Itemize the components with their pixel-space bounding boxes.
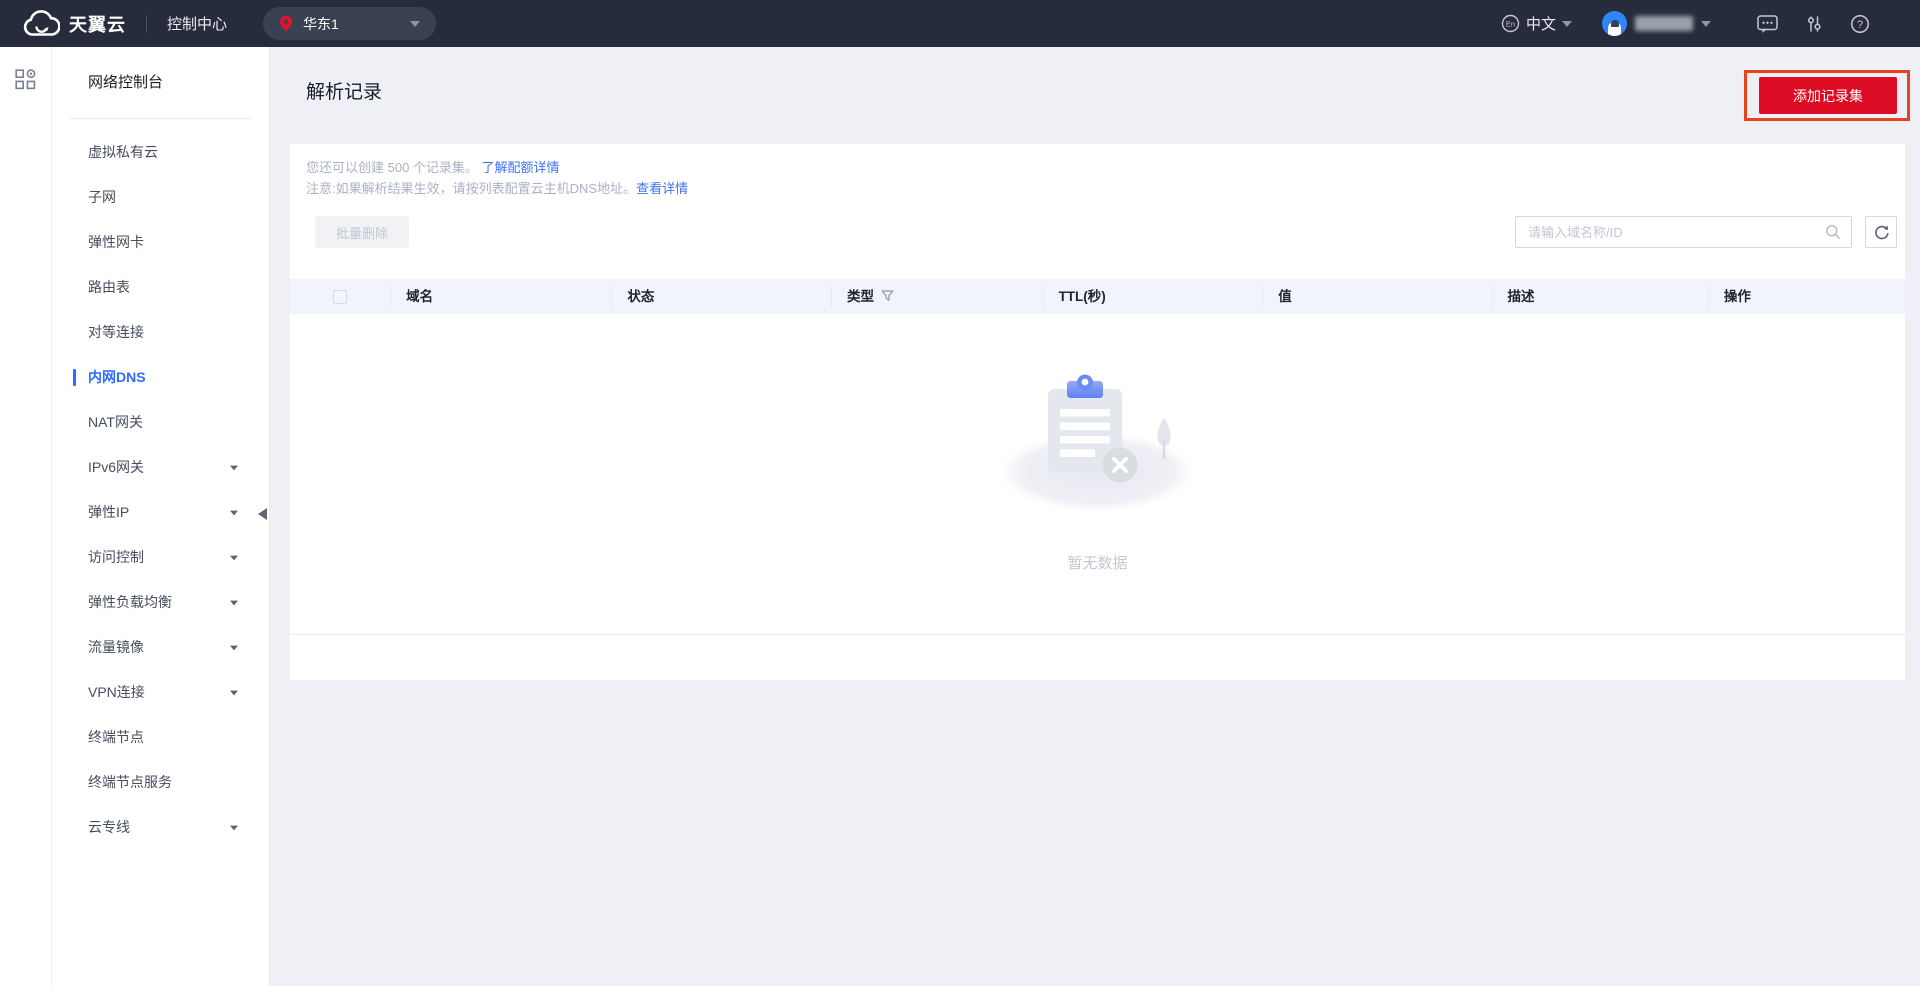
refresh-icon <box>1873 224 1890 241</box>
sidebar-item-elb[interactable]: 弹性负载均衡 <box>52 580 269 625</box>
avatar <box>1602 11 1627 36</box>
region-label: 华东1 <box>303 15 339 32</box>
column-header-ttl: TTL(秒) <box>1042 286 1263 307</box>
filter-funnel-icon[interactable] <box>881 290 894 303</box>
apps-grid-icon[interactable] <box>15 69 36 986</box>
language-label: 中文 <box>1525 16 1556 33</box>
main-content: 解析记录 添加记录集 您还可以创建 500 个记录集。 了解配额详情 注意:如果… <box>270 47 1920 986</box>
language-globe-icon: En <box>1501 14 1520 33</box>
chevron-down-icon <box>230 555 238 560</box>
console-center-link[interactable]: 控制中心 <box>167 13 227 34</box>
empty-state: 暂无数据 <box>290 314 1905 634</box>
annotation-highlight: 添加记录集 <box>1744 70 1910 121</box>
table-toolbar: 批量删除 <box>290 216 1905 248</box>
sidebar-item-endpoint[interactable]: 终端节点 <box>52 715 269 760</box>
select-all-checkbox[interactable] <box>333 289 348 304</box>
empty-clipboard-illustration <box>990 360 1205 522</box>
sidebar-item-cloud-express[interactable]: 云专线 <box>52 805 269 850</box>
content-panel: 您还可以创建 500 个记录集。 了解配额详情 注意:如果解析结果生效，请按列表… <box>290 144 1905 680</box>
chevron-down-icon <box>1701 20 1711 27</box>
user-menu[interactable] <box>1602 11 1711 36</box>
sidebar-item-endpoint-service[interactable]: 终端节点服务 <box>52 760 269 805</box>
brand-logo[interactable]: 天翼云 <box>22 10 126 37</box>
sidebar-collapse-arrow-icon[interactable] <box>258 508 267 520</box>
chevron-down-icon <box>410 20 421 27</box>
chevron-down-icon <box>230 465 238 470</box>
table-header-row: 域名 状态 类型 TTL(秒) 值 描述 操作 <box>290 279 1905 314</box>
app-launcher-strip <box>0 47 52 986</box>
sidebar-item-vpc[interactable]: 虚拟私有云 <box>52 130 269 175</box>
help-icon[interactable]: ? <box>1850 14 1870 34</box>
sidebar-item-route-table[interactable]: 路由表 <box>52 265 269 310</box>
sidebar-item-traffic-mirror[interactable]: 流量镜像 <box>52 625 269 670</box>
sidebar-item-elastic-nic[interactable]: 弹性网卡 <box>52 220 269 265</box>
search-box <box>1515 216 1852 248</box>
sidebar-title: 网络控制台 <box>88 74 164 91</box>
quota-notice: 您还可以创建 500 个记录集。 了解配额详情 注意:如果解析结果生效，请按列表… <box>306 160 689 196</box>
add-recordset-button[interactable]: 添加记录集 <box>1759 77 1897 114</box>
column-header-value: 值 <box>1262 286 1491 307</box>
feedback-chat-icon[interactable] <box>1757 14 1778 34</box>
sidebar-item-elastic-ip[interactable]: 弹性IP <box>52 490 269 535</box>
sidebar-item-vpn[interactable]: VPN连接 <box>52 670 269 715</box>
page-title: 解析记录 <box>306 82 383 103</box>
chevron-down-icon <box>230 510 238 515</box>
username <box>1635 16 1693 31</box>
svg-text:En: En <box>1506 20 1515 29</box>
column-header-status: 状态 <box>611 286 831 307</box>
sidebar-item-peering[interactable]: 对等连接 <box>52 310 269 355</box>
column-header-type: 类型 <box>831 286 1043 307</box>
sidebar-item-ipv6-gateway[interactable]: IPv6网关 <box>52 445 269 490</box>
language-selector[interactable]: En 中文 <box>1501 13 1572 34</box>
sidebar: 网络控制台 虚拟私有云 子网 弹性网卡 路由表 对等连接 内网DNS NAT网关… <box>52 47 270 986</box>
chevron-down-icon <box>230 600 238 605</box>
region-selector[interactable]: 华东1 <box>263 7 437 40</box>
location-pin-icon <box>279 15 293 32</box>
brand-name: 天翼云 <box>69 14 126 35</box>
column-header-actions: 操作 <box>1707 286 1905 307</box>
svg-text:?: ? <box>1857 19 1863 31</box>
search-input[interactable] <box>1528 224 1825 240</box>
chevron-down-icon <box>230 825 238 830</box>
sidebar-item-private-dns[interactable]: 内网DNS <box>52 355 269 400</box>
select-all-cell <box>290 287 390 307</box>
sidebar-item-subnet[interactable]: 子网 <box>52 175 269 220</box>
settings-sliders-icon[interactable] <box>1804 14 1824 34</box>
sidebar-nav: 虚拟私有云 子网 弹性网卡 路由表 对等连接 内网DNS NAT网关 IPv6网… <box>52 119 269 850</box>
topbar: 天翼云 控制中心 华东1 En 中文 ? <box>0 0 1920 47</box>
empty-state-text: 暂无数据 <box>1067 555 1128 572</box>
chevron-down-icon <box>230 645 238 650</box>
column-header-domain: 域名 <box>390 286 611 307</box>
quota-details-link[interactable]: 了解配额详情 <box>482 160 560 175</box>
column-header-description: 描述 <box>1491 286 1708 307</box>
search-icon[interactable] <box>1825 224 1841 240</box>
cloud-logo-icon <box>22 10 60 37</box>
refresh-button[interactable] <box>1865 216 1897 248</box>
chevron-down-icon <box>1562 20 1572 27</box>
view-details-link[interactable]: 查看详情 <box>636 181 688 196</box>
topbar-divider <box>146 14 147 33</box>
panel-footer <box>290 634 1905 681</box>
sidebar-item-access-control[interactable]: 访问控制 <box>52 535 269 580</box>
chevron-down-icon <box>230 690 238 695</box>
sidebar-item-nat-gateway[interactable]: NAT网关 <box>52 400 269 445</box>
batch-delete-button[interactable]: 批量删除 <box>315 216 410 248</box>
